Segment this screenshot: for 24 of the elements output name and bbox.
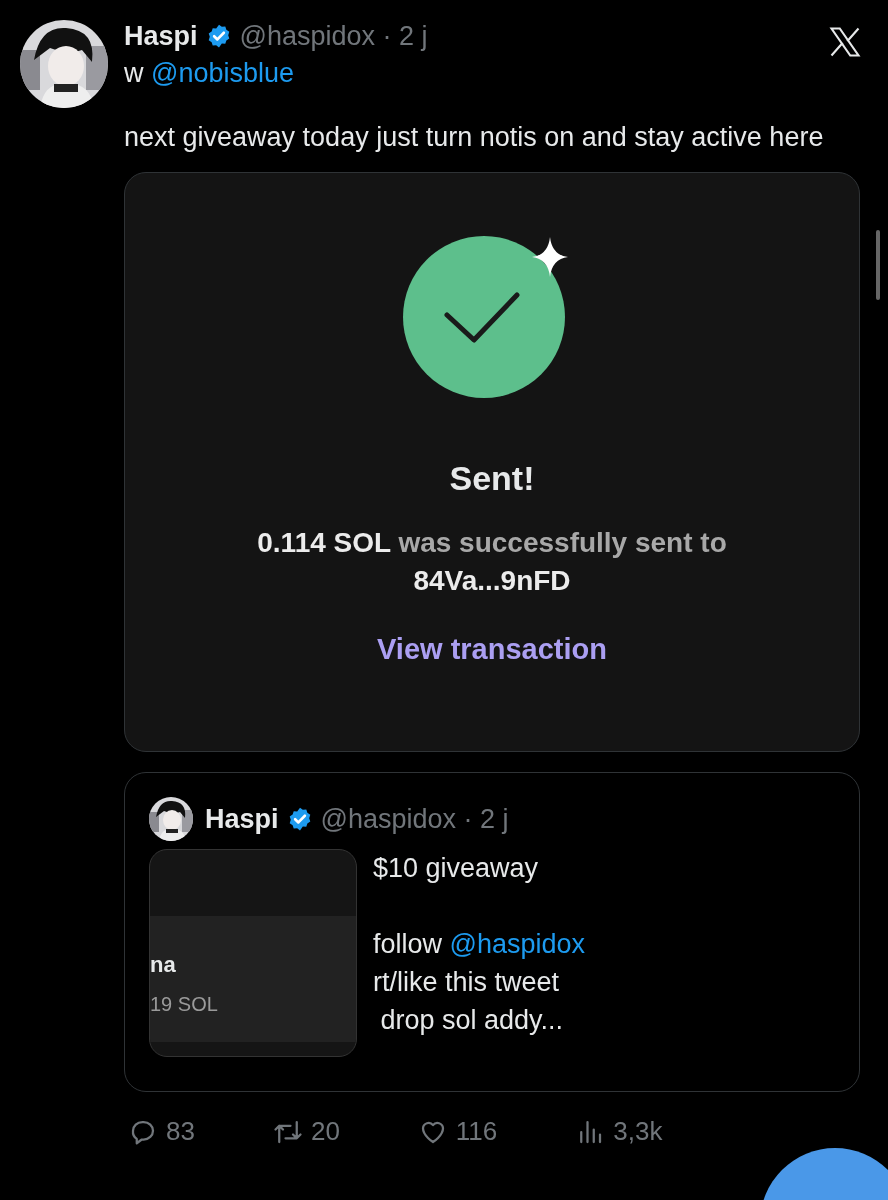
post-meta: @haspidox · 2 j — [320, 803, 509, 836]
view-transaction-link[interactable]: View transaction — [377, 628, 607, 672]
quoted-post-card[interactable]: Haspi @haspidox · 2 j na 19 SOL $10 giveaway follow @haspidox rt/like this tweet drop sol addy... — [124, 772, 860, 1093]
repost-action[interactable]: 20 — [272, 1112, 340, 1152]
avatar[interactable] — [149, 797, 193, 842]
post-meta: @haspidox · 2 j — [239, 20, 428, 53]
like-action[interactable]: 116 — [417, 1112, 498, 1152]
reply-context: w @nobisblue — [124, 56, 296, 90]
quoted-text-line: $10 giveaway — [373, 852, 540, 886]
author-name[interactable]: Haspi — [124, 16, 198, 57]
post-text: next giveaway today just turn notis on and stay active here — [124, 121, 825, 155]
thumbnail-text: 19 SOL — [150, 991, 218, 1017]
card-message: 0.114 SOL was successfully sent to 84Va...9nFD — [257, 526, 727, 599]
quoted-text-line: follow @haspidox — [373, 928, 586, 962]
scrollbar — [876, 230, 880, 300]
quoted-text-line: drop sol addy... — [379, 1004, 565, 1038]
mention-link[interactable]: @nobisblue — [151, 57, 295, 88]
thumbnail-text: na — [150, 950, 176, 979]
quoted-text-line: rt/like this tweet — [373, 966, 561, 1000]
views-action[interactable]: 3,3k — [575, 1112, 663, 1152]
mention-link[interactable]: @haspidox — [449, 929, 586, 960]
card-title: Sent! — [449, 458, 535, 500]
author-name[interactable]: Haspi — [205, 799, 279, 840]
reply-action[interactable]: 83 — [128, 1112, 195, 1152]
